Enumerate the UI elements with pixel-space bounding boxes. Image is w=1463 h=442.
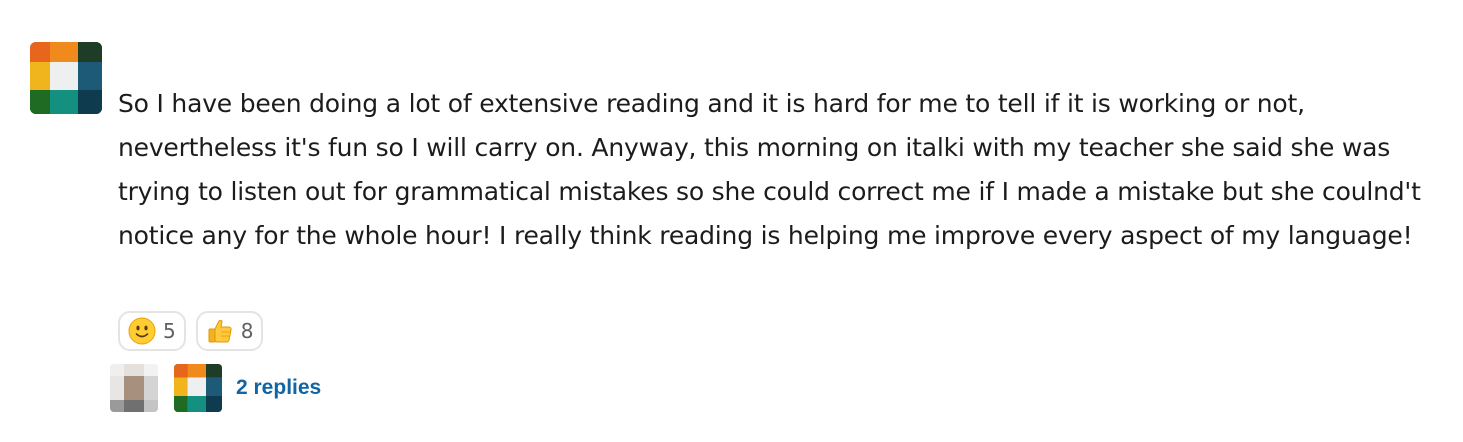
sender-avatar[interactable] [30, 42, 102, 114]
thread-summary[interactable]: 2 replies [110, 364, 321, 412]
replier-avatar [174, 364, 222, 412]
reaction-smile[interactable]: 5 [118, 311, 186, 351]
thumbs-up-icon [206, 317, 234, 345]
replier-avatar [110, 364, 158, 412]
message-text: So I have been doing a lot of extensive … [118, 89, 1421, 250]
message-body: So I have been doing a lot of extensive … [118, 82, 1438, 258]
reaction-count: 5 [163, 319, 176, 343]
reactions-bar: 5 8 [118, 311, 264, 351]
replies-link[interactable]: 2 replies [236, 376, 321, 400]
slightly-smiling-face-icon [128, 317, 156, 345]
reaction-count: 8 [240, 319, 254, 343]
pixelated-avatar-icon [110, 364, 158, 412]
plaid-avatar-icon [30, 42, 102, 114]
reaction-thumbs-up[interactable]: 8 [195, 311, 264, 351]
plaid-avatar-icon [174, 364, 222, 412]
